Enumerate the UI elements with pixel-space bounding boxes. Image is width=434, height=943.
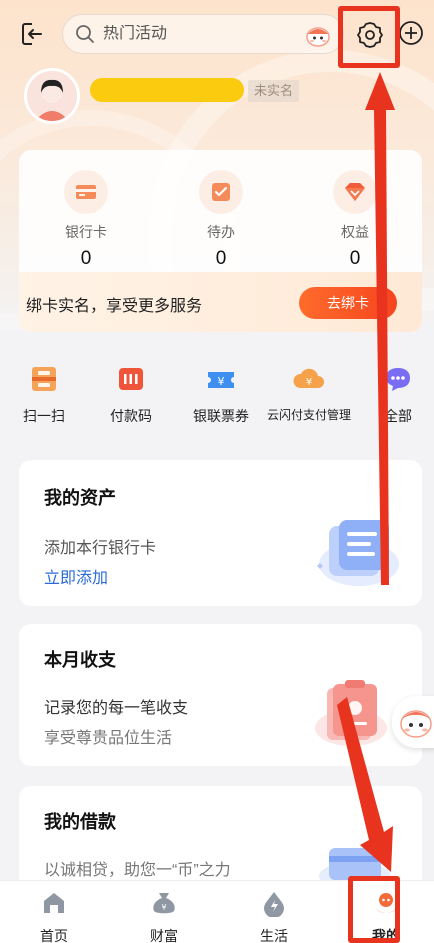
stat-benefits[interactable]: 权益 0 [305, 170, 405, 270]
stat-todo[interactable]: 待办 0 [171, 170, 271, 270]
payment-manage-icon: ¥ [293, 368, 324, 388]
search-icon [76, 25, 94, 43]
more-icon [386, 368, 410, 391]
tab-life[interactable]: 生活 [234, 889, 314, 943]
add-card-link[interactable]: 立即添加 [44, 564, 108, 588]
card-description: 以诚相贷，助您一“币”之力 [44, 862, 231, 879]
card-description-secondary: 享受尊贵品位生活 [44, 730, 173, 747]
stat-label: 权益 [341, 224, 369, 240]
svg-text:¥: ¥ [306, 377, 312, 388]
quick-action-label: 付款码 [110, 408, 152, 424]
my-assets-card[interactable]: 我的资产 添加本行银行卡 立即添加 [19, 460, 422, 606]
home-icon [44, 893, 64, 913]
monthly-budget-card[interactable]: 本月收支 记录您的每一笔收支 享受尊贵品位生活 [19, 624, 422, 766]
quick-action-label: 全部 [384, 408, 412, 424]
tab-home[interactable]: 首页 [14, 889, 94, 943]
quick-action-payment-manage[interactable]: ¥ 云闪付支付管理 [264, 362, 354, 423]
annotation-box-mine-tab [348, 876, 400, 943]
ticket-icon: ¥ [208, 372, 234, 388]
avatar[interactable] [24, 68, 80, 124]
stat-value: 0 [215, 248, 227, 269]
todo-check-icon [212, 183, 230, 201]
user-name-redacted [90, 78, 244, 102]
document-illustration-icon [317, 520, 399, 586]
stat-label: 待办 [207, 224, 235, 240]
stat-value: 0 [80, 248, 92, 269]
card-illustration-icon [319, 848, 391, 880]
search-bar[interactable] [62, 14, 344, 54]
tab-label: 生活 [260, 928, 288, 943]
quick-action-pay-code[interactable]: 付款码 [108, 362, 154, 426]
payment-code-icon [119, 368, 143, 390]
card-title: 我的资产 [44, 488, 116, 508]
bind-card-banner: 绑卡实名，享受更多服务 去绑卡 [19, 272, 422, 332]
tab-label: 首页 [40, 928, 68, 943]
bank-card-icon [76, 185, 96, 199]
stat-bank-card[interactable]: 银行卡 0 [36, 170, 136, 270]
tab-wealth[interactable]: ¥ 财富 [124, 889, 204, 943]
life-drop-icon [264, 892, 284, 918]
diamond-icon [345, 183, 365, 201]
quick-action-all[interactable]: 全部 [380, 362, 416, 426]
svg-text:¥: ¥ [161, 903, 166, 912]
card-title: 我的借款 [44, 812, 116, 832]
floating-assistant-button[interactable] [392, 696, 434, 748]
svg-text:¥: ¥ [218, 375, 225, 388]
card-description: 添加本行银行卡 [44, 540, 157, 557]
card-description: 记录您的每一笔收支 [44, 700, 189, 717]
tab-label: 财富 [150, 928, 178, 943]
wealth-bag-icon: ¥ [153, 893, 175, 914]
clipboard-illustration-icon [315, 680, 387, 746]
quick-action-label: 云闪付支付管理 [266, 408, 351, 422]
account-summary-card: 银行卡 0 待办 0 权益 0 绑卡实名，享受更多服务 去绑卡 [19, 150, 422, 332]
bind-card-text: 绑卡实名，享受更多服务 [26, 298, 203, 315]
annotation-box-settings [338, 6, 400, 68]
add-icon[interactable] [398, 20, 424, 46]
stat-value: 0 [349, 248, 361, 269]
search-input[interactable] [103, 25, 293, 43]
mascot-icon [306, 27, 330, 47]
quick-action-scan[interactable]: 扫一扫 [21, 362, 67, 426]
quick-action-label: 银联票券 [193, 408, 249, 424]
scan-icon [32, 367, 56, 391]
quick-action-tickets[interactable]: ¥ 银联票券 [190, 362, 252, 426]
stat-label: 银行卡 [65, 224, 107, 240]
quick-actions: 扫一扫 付款码 ¥ 银联票券 ¥ 云闪付支付管理 全部 [0, 362, 434, 432]
card-title: 本月收支 [44, 650, 116, 670]
mascot-icon [400, 710, 432, 738]
user-avatar-icon [27, 71, 77, 121]
verify-status-badge[interactable]: 未实名 [248, 80, 300, 102]
quick-action-label: 扫一扫 [23, 408, 65, 424]
logout-icon[interactable] [20, 21, 46, 47]
bind-card-button[interactable]: 去绑卡 [299, 287, 397, 319]
